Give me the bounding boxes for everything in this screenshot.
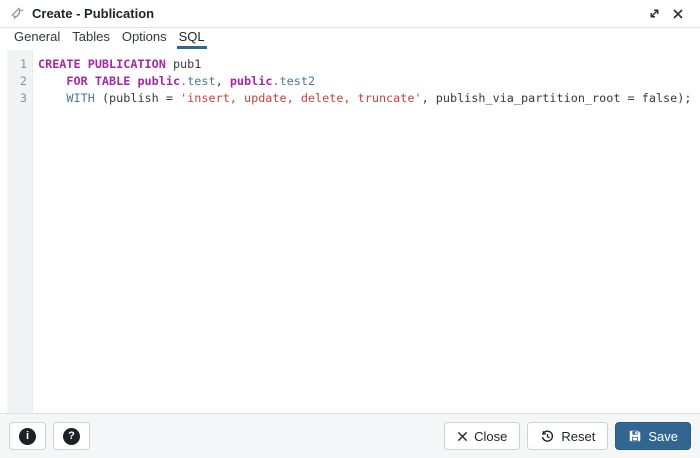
save-button[interactable]: Save [615, 422, 691, 450]
save-button-label: Save [648, 428, 678, 444]
close-button[interactable]: Close [444, 422, 521, 450]
line-number: 1 [19, 57, 27, 71]
tab-sql[interactable]: SQL [176, 26, 207, 49]
line-number: 3 [19, 91, 27, 105]
close-x-icon [458, 431, 468, 441]
save-floppy-icon [630, 430, 641, 442]
close-button-label: Close [474, 428, 508, 444]
tab-tables[interactable]: Tables [70, 26, 112, 49]
publication-broadcast-icon [10, 6, 25, 21]
reset-button[interactable]: Reset [527, 422, 609, 450]
close-icon[interactable] [666, 3, 690, 25]
dialog-help-button[interactable]: ? [53, 422, 90, 450]
code-line: CREATE PUBLICATION pub1 [38, 57, 202, 71]
tab-options[interactable]: Options [120, 26, 169, 49]
dialog-title: Create - Publication [32, 6, 155, 21]
tab-general[interactable]: General [12, 26, 62, 49]
code-line: FOR TABLE public.test, public.test2 [66, 74, 316, 88]
info-icon: i [19, 427, 36, 445]
sql-help-button[interactable]: i [9, 422, 46, 450]
gutter: 1 2 3 [7, 50, 33, 413]
dialog-titlebar: Create - Publication [0, 0, 700, 28]
sql-editor: 1 2 3 CREATE PUBLICATION pub1 FOR TABLE pu… [7, 50, 700, 413]
code-line: WITH (publish = 'insert, update, delete,… [66, 91, 692, 105]
sql-tab-panel: 1 2 3 CREATE PUBLICATION pub1 FOR TABLE pu… [0, 50, 700, 413]
line-number: 2 [19, 74, 27, 88]
reset-history-icon [542, 429, 554, 442]
reset-button-label: Reset [561, 428, 596, 444]
code-lines[interactable]: CREATE PUBLICATION pub1 FOR TABLE public… [33, 50, 700, 413]
dialog-tabbar: General Tables Options SQL [0, 28, 700, 49]
maximize-icon[interactable] [642, 3, 666, 25]
dialog-footer: i ? Close Reset Save [0, 413, 700, 458]
question-icon: ? [63, 427, 80, 445]
